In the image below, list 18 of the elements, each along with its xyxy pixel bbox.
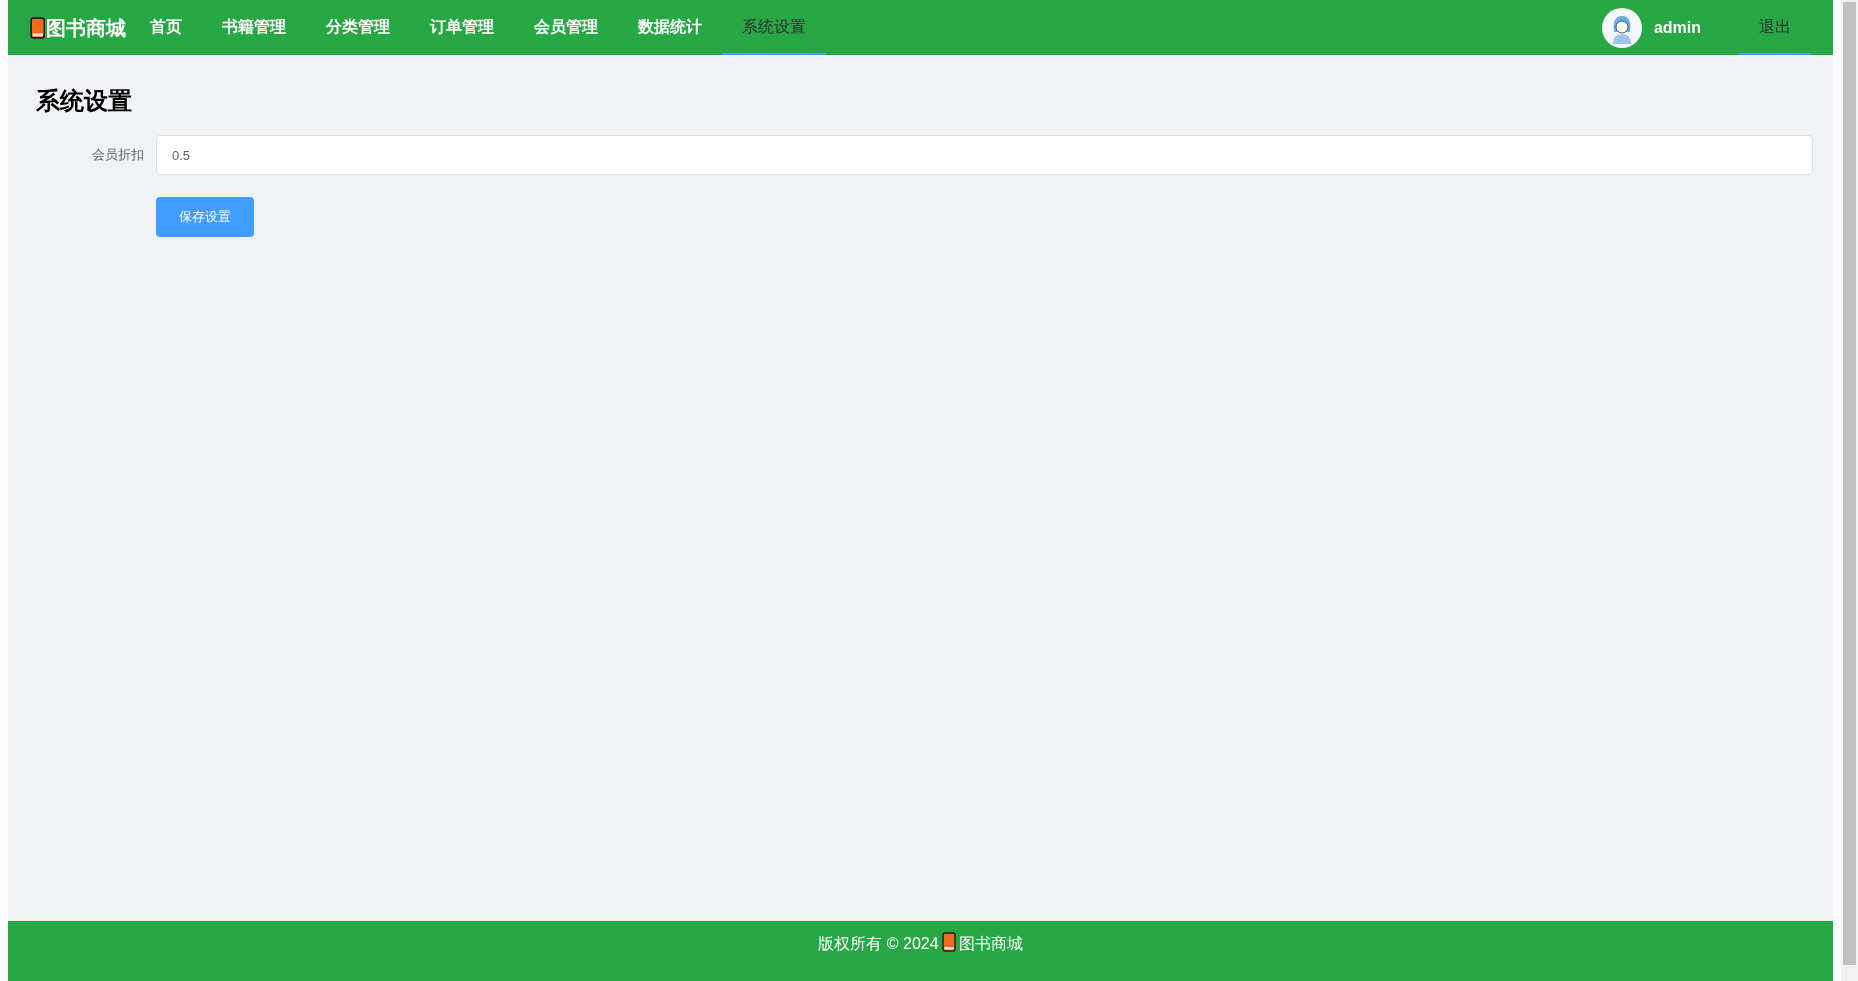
username: admin	[1653, 17, 1701, 38]
input-field[interactable]: 0.5	[156, 135, 1813, 175]
nav-link[interactable]: 书籍管理	[202, 0, 307, 55]
field-label: 会员折扣	[91, 146, 145, 165]
page-title: 系统设置	[36, 86, 133, 116]
avatar-icon[interactable]	[1601, 7, 1642, 48]
save-button[interactable]: 保存设置	[156, 197, 254, 237]
copyright-text: 版权所有 © 2024	[818, 934, 939, 954]
nav-link[interactable]: 首页	[130, 0, 203, 55]
book-icon	[941, 932, 956, 952]
logo[interactable]: 图书商城	[30, 0, 127, 55]
scrollbar[interactable]	[1841, 0, 1858, 981]
nav-link[interactable]: 会员管理	[514, 0, 619, 55]
book-icon	[30, 16, 46, 39]
nav-link[interactable]: 订单管理	[410, 0, 515, 55]
nav-link[interactable]: 数据统计	[618, 0, 723, 55]
footer-brand: 图书商城	[958, 934, 1023, 954]
nav-link[interactable]: 分类管理	[306, 0, 411, 55]
